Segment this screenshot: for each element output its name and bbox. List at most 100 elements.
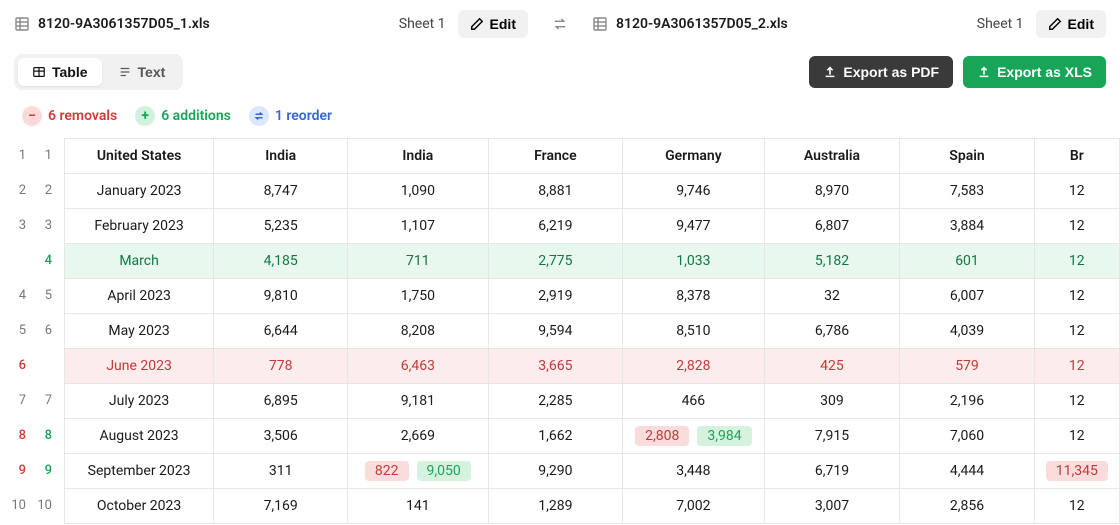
gutter-left: 8 — [8, 428, 26, 443]
gutter-left: 6 — [8, 358, 26, 373]
spreadsheet-icon — [14, 16, 30, 32]
gutter-right: 2 — [34, 183, 52, 198]
column-header: Australia — [764, 139, 900, 174]
reorder-count: 1 — [275, 108, 283, 124]
row-label-cell: July 2023 — [65, 384, 214, 419]
data-cell: 7,060 — [900, 419, 1034, 454]
data-cell: 7,002 — [623, 489, 764, 524]
additions-summary: + 6 additions — [135, 106, 231, 126]
gutter-left: 5 — [8, 323, 26, 338]
export-pdf-button[interactable]: Export as PDF — [809, 56, 953, 88]
data-cell: 6,807 — [764, 209, 900, 244]
data-cell: 2,669 — [348, 419, 488, 454]
data-cell: 2,775 — [488, 244, 623, 279]
data-cell: 8,510 — [623, 314, 764, 349]
swap-files-button[interactable] — [546, 10, 574, 38]
data-cell: 6,219 — [488, 209, 623, 244]
removals-label: removals — [59, 108, 117, 124]
export-xls-button[interactable]: Export as XLS — [963, 56, 1106, 88]
additions-label: additions — [173, 108, 231, 124]
file-1-group: 8120-9A3061357D05_1.xls — [14, 16, 210, 32]
pencil-icon — [1048, 17, 1062, 31]
edit-file-2-button[interactable]: Edit — [1036, 10, 1106, 38]
export-xls-label: Export as XLS — [997, 64, 1092, 80]
data-cell: 4,444 — [900, 454, 1034, 489]
data-cell: 32 — [764, 279, 900, 314]
data-cell: 8,881 — [488, 174, 623, 209]
data-cell: 6,007 — [900, 279, 1034, 314]
data-cell: 309 — [764, 384, 900, 419]
data-cell: 711 — [348, 244, 488, 279]
data-cell: 3,884 — [900, 209, 1034, 244]
upload-icon — [823, 65, 837, 79]
data-cell: 3,665 — [488, 349, 623, 384]
removals-summary: − 6 removals — [22, 106, 117, 126]
gutter-right: 4 — [34, 253, 52, 268]
column-header: Germany — [623, 139, 764, 174]
data-cell: 311 — [214, 454, 348, 489]
data-cell: 1,750 — [348, 279, 488, 314]
data-cell: 4,185 — [214, 244, 348, 279]
row-label-cell: April 2023 — [65, 279, 214, 314]
gutter-right: 9 — [34, 463, 52, 478]
data-cell: 2,285 — [488, 384, 623, 419]
table-row: April 20239,8101,7502,9198,378326,00712 — [65, 279, 1120, 314]
data-cell: 8,378 — [623, 279, 764, 314]
data-cell: 8229,050 — [348, 454, 488, 489]
data-cell: 9,477 — [623, 209, 764, 244]
new-value-pill: 3,984 — [697, 426, 751, 446]
edit-label: Edit — [490, 16, 516, 32]
data-cell: 5,235 — [214, 209, 348, 244]
pencil-icon — [470, 17, 484, 31]
row-gutter: 1122334455667788991010 — [0, 138, 58, 523]
data-cell: 2,196 — [900, 384, 1034, 419]
data-cell: 425 — [764, 349, 900, 384]
data-cell: 6,895 — [214, 384, 348, 419]
table-row: August 20233,5062,6691,6622,8083,9847,91… — [65, 419, 1120, 454]
edit-label: Edit — [1068, 16, 1094, 32]
data-cell: 12 — [1034, 489, 1119, 524]
data-cell: 7,915 — [764, 419, 900, 454]
reorder-summary: 1 reorder — [249, 106, 332, 126]
row-label-cell: May 2023 — [65, 314, 214, 349]
row-label-cell: March — [65, 244, 214, 279]
data-cell: 1,107 — [348, 209, 488, 244]
data-cell: 12 — [1034, 314, 1119, 349]
file-1-name: 8120-9A3061357D05_1.xls — [38, 16, 210, 32]
reorder-label: reorder — [286, 108, 332, 124]
edit-file-1-button[interactable]: Edit — [458, 10, 528, 38]
export-pdf-label: Export as PDF — [843, 64, 939, 80]
data-cell: 778 — [214, 349, 348, 384]
data-cell: 579 — [900, 349, 1034, 384]
data-cell: 6,719 — [764, 454, 900, 489]
header-row: United StatesIndiaIndiaFranceGermanyAust… — [65, 139, 1120, 174]
row-label-cell: August 2023 — [65, 419, 214, 454]
data-cell: 5,182 — [764, 244, 900, 279]
data-cell: 12 — [1034, 279, 1119, 314]
data-cell: 1,090 — [348, 174, 488, 209]
file-2-group: 8120-9A3061357D05_2.xls — [592, 16, 788, 32]
data-cell: 2,828 — [623, 349, 764, 384]
data-cell: 12 — [1034, 174, 1119, 209]
action-bar: Table Text Export as PDF Export as XLS — [0, 48, 1120, 96]
table-view-button[interactable]: Table — [18, 58, 102, 86]
gutter-right: 6 — [34, 323, 52, 338]
table-row: March4,1857112,7751,0335,18260112 — [65, 244, 1120, 279]
data-cell: 8,970 — [764, 174, 900, 209]
reorder-icon — [249, 106, 269, 126]
table-row: June 20237786,4633,6652,82842557912 — [65, 349, 1120, 384]
gutter-right: 5 — [34, 288, 52, 303]
data-cell: 601 — [900, 244, 1034, 279]
data-cell: 9,181 — [348, 384, 488, 419]
gutter-left: 1 — [8, 148, 26, 163]
old-value-pill: 11,345 — [1046, 461, 1108, 481]
gutter-right: 8 — [34, 428, 52, 443]
old-value-pill: 2,808 — [635, 426, 689, 446]
data-cell: 2,808 3,984 — [623, 419, 764, 454]
additions-count: 6 — [161, 108, 169, 124]
gutter-left: 3 — [8, 218, 26, 233]
data-cell: 3,448 — [623, 454, 764, 489]
removals-count: 6 — [48, 108, 56, 124]
gutter-right: 10 — [34, 498, 52, 513]
text-view-button[interactable]: Text — [104, 58, 180, 86]
